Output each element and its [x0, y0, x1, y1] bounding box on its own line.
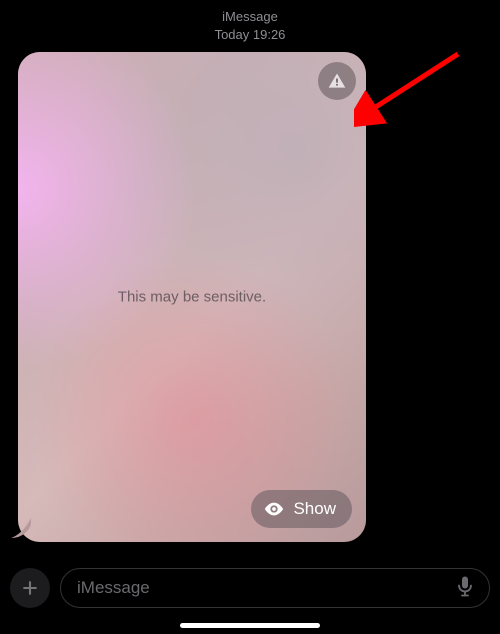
plus-icon — [20, 578, 40, 598]
message-input[interactable] — [60, 568, 490, 608]
blurred-image-bubble[interactable]: This may be sensitive. Show — [18, 52, 366, 542]
warning-icon — [327, 71, 347, 91]
sensitive-warning-badge[interactable] — [318, 62, 356, 100]
sensitive-content-label: This may be sensitive. — [118, 289, 266, 306]
home-indicator[interactable] — [180, 623, 320, 628]
incoming-message: This may be sensitive. Show — [18, 52, 366, 542]
message-composer — [10, 568, 490, 608]
show-button-label: Show — [293, 499, 336, 519]
annotation-arrow — [354, 48, 464, 128]
microphone-icon — [456, 576, 474, 598]
service-label: iMessage — [0, 8, 500, 26]
eye-icon — [263, 498, 285, 520]
add-attachment-button[interactable] — [10, 568, 50, 608]
bubble-tail — [11, 518, 31, 538]
conversation-header: iMessage Today 19:26 — [0, 0, 500, 44]
timestamp-label: Today 19:26 — [0, 26, 500, 44]
dictation-button[interactable] — [452, 572, 478, 605]
show-button[interactable]: Show — [251, 490, 352, 528]
